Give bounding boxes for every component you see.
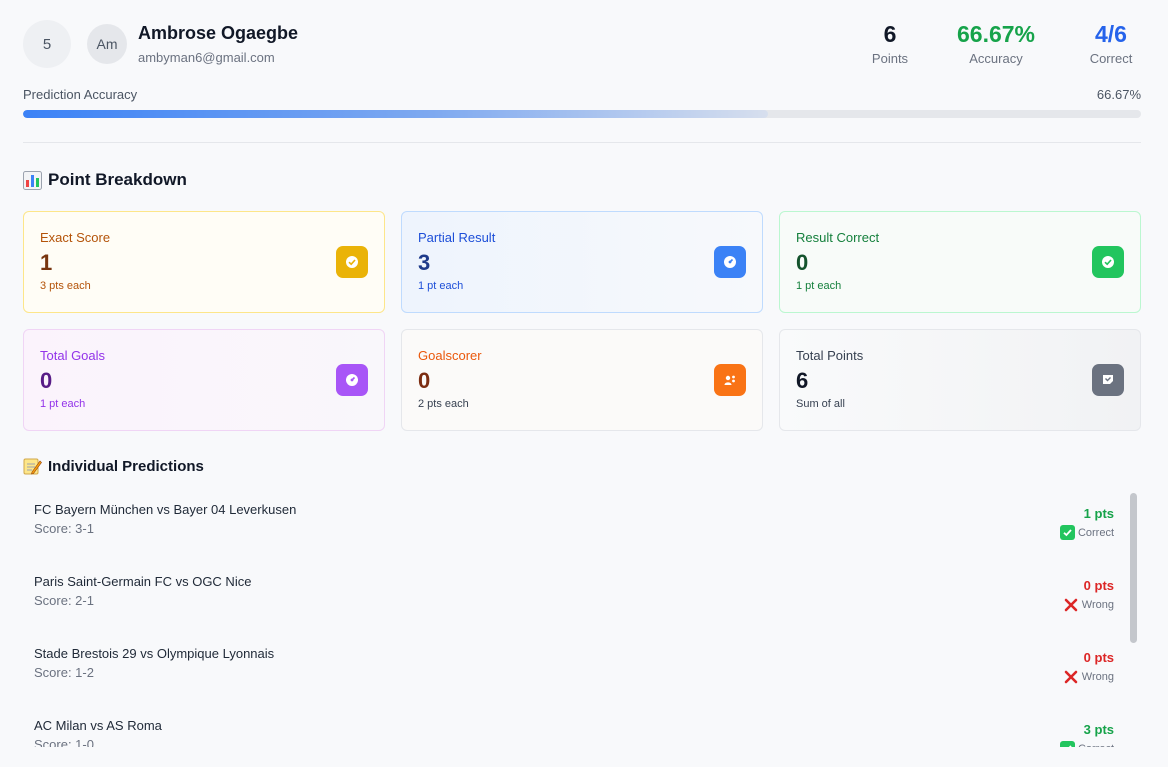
target-icon [714,246,746,278]
exact-score-label: Exact Score [40,230,111,245]
prediction-status-label: Correct [1078,743,1114,748]
prediction-score: Score: 3-1 [34,521,94,536]
stat-points-value: 6 [883,21,897,47]
prediction-score: Score: 1-0 [34,737,94,747]
prediction-match: Stade Brestois 29 vs Olympique Lyonnais [34,646,275,661]
point-breakdown-heading: Point Breakdown [23,170,187,190]
prediction-score: Score: 2-1 [34,593,94,608]
prediction-points: 1 pts [1083,506,1114,521]
stat-accuracy-label: Accuracy [969,51,1023,66]
total-points-value: 6 [796,368,809,393]
prediction-points: 0 pts [1083,578,1114,593]
partial-result-label: Partial Result [418,230,496,245]
cross-mark-icon [1064,669,1079,684]
check-mark-icon [1059,525,1075,540]
partial-result-card: Partial Result 3 1 pt each [401,211,763,313]
check-circle-icon [1092,246,1124,278]
memo-icon [23,457,42,476]
check-mark-icon [1059,741,1075,747]
total-goals-card: Total Goals 0 1 pt each [23,329,385,431]
result-correct-sub: 1 pt each [796,280,842,292]
prediction-row: Paris Saint-Germain FC vs OGC Nice Score:… [23,562,1126,634]
prediction-points: 3 pts [1083,722,1114,737]
stat-correct: 4/6 Correct [1081,20,1141,66]
goalscorer-label: Goalscorer [418,348,482,363]
result-correct-value: 0 [796,250,809,275]
prediction-status-label: Correct [1077,526,1114,539]
prediction-match: FC Bayern München vs Bayer 04 Leverkusen [34,502,297,517]
prediction-match: Paris Saint-Germain FC vs OGC Nice [34,574,252,589]
prediction-points: 0 pts [1083,650,1114,665]
divider [23,142,1141,143]
stat-points: 6 Points [865,20,915,66]
accuracy-bar-label: Prediction Accuracy [23,87,138,102]
cross-mark-icon [1064,597,1079,612]
prediction-row: FC Bayern München vs Bayer 04 Leverkusen… [23,490,1126,562]
exact-score-sub: 3 pts each [40,280,91,292]
individual-predictions-heading: Individual Predictions [23,457,204,476]
total-points-label: Total Points [796,348,864,363]
target-icon [336,364,368,396]
total-points-card: Total Points 6 Sum of all [779,329,1141,431]
prediction-row: AC Milan vs AS Roma Score: 1-0 3 pts Correc… [23,706,1126,747]
prediction-status-label: Wrong [1081,670,1114,683]
exact-score-card: Exact Score 1 3 pts each [23,211,385,313]
prediction-match: AC Milan vs AS Roma [34,718,162,733]
total-goals-sub: 1 pt each [40,398,86,410]
stat-accuracy-value: 66.67% [956,21,1035,47]
partial-result-value: 3 [418,250,431,275]
goalscorer-sub: 2 pts each [418,398,469,410]
check-circle-icon [336,246,368,278]
point-breakdown-title: Point Breakdown [48,170,187,189]
exact-score-value: 1 [40,250,53,275]
avatar: Am [87,24,127,64]
prediction-status-label: Wrong [1081,598,1114,611]
accuracy-bar-value: 66.67% [1096,87,1141,102]
user-name: Ambrose Ogaegbe [138,23,299,43]
goalscorer-card: Goalscorer 0 2 pts each [401,329,763,431]
bar-chart-icon [23,170,42,190]
trophy-icon [1092,364,1124,396]
user-group-icon [714,364,746,396]
predictions-list[interactable]: FC Bayern München vs Bayer 04 Leverkusen… [23,490,1126,747]
result-correct-label: Result Correct [796,230,880,245]
total-points-sub: Sum of all [796,398,845,410]
partial-result-sub: 1 pt each [418,280,464,292]
prediction-status: Correct [1059,525,1114,540]
individual-predictions-title: Individual Predictions [48,458,204,475]
prediction-status: Wrong [1064,597,1114,612]
goalscorer-value: 0 [418,368,431,393]
stat-points-label: Points [871,51,909,66]
prediction-status: Correct [1059,741,1114,748]
result-correct-card: Result Correct 0 1 pt each [779,211,1141,313]
prediction-score: Score: 1-2 [34,665,94,680]
user-header: 5 Am Ambrose Ogaegbe ambyman6@gmail.com … [23,20,1141,70]
accuracy-progress-bar [23,110,1141,118]
prediction-status: Wrong [1064,669,1114,684]
predictions-scrollbar[interactable] [1127,490,1139,747]
total-goals-label: Total Goals [40,348,106,363]
accuracy-progress-fill [23,110,769,118]
stat-correct-label: Correct [1089,51,1133,66]
user-email: ambyman6@gmail.com [138,50,275,65]
prediction-row: Stade Brestois 29 vs Olympique Lyonnais S… [23,634,1126,706]
stat-correct-value: 4/6 [1095,21,1127,47]
stat-accuracy: 66.67% Accuracy [946,20,1046,66]
total-goals-value: 0 [40,368,53,393]
scrollbar-thumb[interactable] [1130,493,1137,643]
rank-badge: 5 [23,20,71,68]
